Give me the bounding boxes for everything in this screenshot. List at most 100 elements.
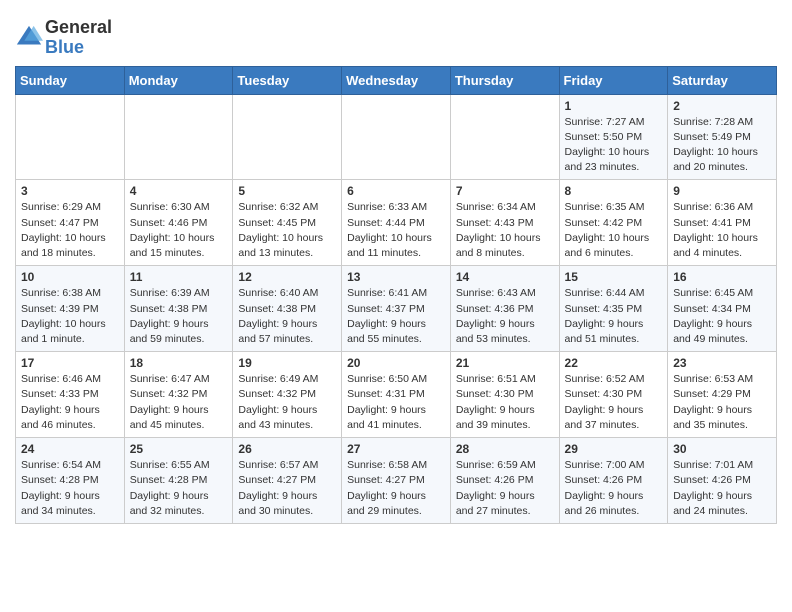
header-sunday: Sunday xyxy=(16,66,125,94)
day-info: Sunrise: 6:36 AMSunset: 4:41 PMDaylight:… xyxy=(673,200,771,261)
header: General Blue xyxy=(15,10,777,58)
calendar-cell: 22 Sunrise: 6:52 AMSunset: 4:30 PMDayligh… xyxy=(559,352,668,438)
day-number: 13 xyxy=(347,270,445,284)
calendar-week-row: 17 Sunrise: 6:46 AMSunset: 4:33 PMDayligh… xyxy=(16,352,777,438)
day-info: Sunrise: 6:32 AMSunset: 4:45 PMDaylight:… xyxy=(238,200,336,261)
calendar-cell xyxy=(124,94,233,180)
day-number: 19 xyxy=(238,356,336,370)
day-info: Sunrise: 6:54 AMSunset: 4:28 PMDaylight:… xyxy=(21,458,119,519)
calendar-cell xyxy=(16,94,125,180)
calendar-cell: 12Sunrise: 6:40 AMSunset: 4:38 PMDayligh… xyxy=(233,266,342,352)
header-monday: Monday xyxy=(124,66,233,94)
day-info: Sunrise: 6:44 AMSunset: 4:35 PMDaylight:… xyxy=(565,286,663,347)
day-number: 30 xyxy=(673,442,771,456)
day-info: Sunrise: 6:45 AMSunset: 4:34 PMDaylight:… xyxy=(673,286,771,347)
calendar-cell: 14Sunrise: 6:43 AMSunset: 4:36 PMDayligh… xyxy=(450,266,559,352)
calendar-cell: 11 Sunrise: 6:39 AMSunset: 4:38 PMDayligh… xyxy=(124,266,233,352)
day-info: Sunrise: 6:51 AMSunset: 4:30 PMDaylight:… xyxy=(456,372,554,433)
day-info: Sunrise: 7:01 AMSunset: 4:26 PMDaylight:… xyxy=(673,458,771,519)
calendar-cell: 21 Sunrise: 6:51 AMSunset: 4:30 PMDayligh… xyxy=(450,352,559,438)
calendar-cell: 16 Sunrise: 6:45 AMSunset: 4:34 PMDayligh… xyxy=(668,266,777,352)
day-info: Sunrise: 6:34 AMSunset: 4:43 PMDaylight:… xyxy=(456,200,554,261)
day-info: Sunrise: 6:46 AMSunset: 4:33 PMDaylight:… xyxy=(21,372,119,433)
calendar-cell: 2 Sunrise: 7:28 AMSunset: 5:49 PMDaylight… xyxy=(668,94,777,180)
day-info: Sunrise: 6:53 AMSunset: 4:29 PMDaylight:… xyxy=(673,372,771,433)
header-saturday: Saturday xyxy=(668,66,777,94)
day-info: Sunrise: 6:39 AMSunset: 4:38 PMDaylight:… xyxy=(130,286,228,347)
day-info: Sunrise: 6:40 AMSunset: 4:38 PMDaylight:… xyxy=(238,286,336,347)
logo-icon xyxy=(15,24,43,52)
day-number: 17 xyxy=(21,356,119,370)
day-number: 25 xyxy=(130,442,228,456)
day-number: 21 xyxy=(456,356,554,370)
day-number: 23 xyxy=(673,356,771,370)
day-info: Sunrise: 6:33 AMSunset: 4:44 PMDaylight:… xyxy=(347,200,445,261)
calendar-cell: 9 Sunrise: 6:36 AMSunset: 4:41 PMDaylight… xyxy=(668,180,777,266)
day-info: Sunrise: 6:41 AMSunset: 4:37 PMDaylight:… xyxy=(347,286,445,347)
day-number: 24 xyxy=(21,442,119,456)
calendar-cell xyxy=(233,94,342,180)
day-info: Sunrise: 6:50 AMSunset: 4:31 PMDaylight:… xyxy=(347,372,445,433)
day-number: 26 xyxy=(238,442,336,456)
day-info: Sunrise: 6:35 AMSunset: 4:42 PMDaylight:… xyxy=(565,200,663,261)
calendar-cell: 4 Sunrise: 6:30 AMSunset: 4:46 PMDaylight… xyxy=(124,180,233,266)
logo-text: General Blue xyxy=(45,18,112,58)
header-friday: Friday xyxy=(559,66,668,94)
day-number: 10 xyxy=(21,270,119,284)
calendar-cell: 5 Sunrise: 6:32 AMSunset: 4:45 PMDaylight… xyxy=(233,180,342,266)
day-info: Sunrise: 7:00 AMSunset: 4:26 PMDaylight:… xyxy=(565,458,663,519)
calendar-cell: 19 Sunrise: 6:49 AMSunset: 4:32 PMDayligh… xyxy=(233,352,342,438)
day-info: Sunrise: 6:57 AMSunset: 4:27 PMDaylight:… xyxy=(238,458,336,519)
calendar-cell: 15 Sunrise: 6:44 AMSunset: 4:35 PMDayligh… xyxy=(559,266,668,352)
day-number: 22 xyxy=(565,356,663,370)
day-number: 16 xyxy=(673,270,771,284)
day-number: 11 xyxy=(130,270,228,284)
day-info: Sunrise: 6:58 AMSunset: 4:27 PMDaylight:… xyxy=(347,458,445,519)
day-info: Sunrise: 6:52 AMSunset: 4:30 PMDaylight:… xyxy=(565,372,663,433)
calendar-header-row: SundayMondayTuesdayWednesdayThursdayFrid… xyxy=(16,66,777,94)
day-info: Sunrise: 6:30 AMSunset: 4:46 PMDaylight:… xyxy=(130,200,228,261)
header-wednesday: Wednesday xyxy=(342,66,451,94)
calendar-cell: 24 Sunrise: 6:54 AMSunset: 4:28 PMDayligh… xyxy=(16,438,125,524)
day-number: 20 xyxy=(347,356,445,370)
day-number: 9 xyxy=(673,184,771,198)
day-number: 15 xyxy=(565,270,663,284)
day-number: 8 xyxy=(565,184,663,198)
calendar-cell: 1Sunrise: 7:27 AMSunset: 5:50 PMDaylight… xyxy=(559,94,668,180)
day-number: 14 xyxy=(456,270,554,284)
day-info: Sunrise: 6:59 AMSunset: 4:26 PMDaylight:… xyxy=(456,458,554,519)
day-number: 5 xyxy=(238,184,336,198)
day-info: Sunrise: 6:49 AMSunset: 4:32 PMDaylight:… xyxy=(238,372,336,433)
calendar-cell: 28Sunrise: 6:59 AMSunset: 4:26 PMDayligh… xyxy=(450,438,559,524)
day-info: Sunrise: 6:47 AMSunset: 4:32 PMDaylight:… xyxy=(130,372,228,433)
calendar-cell: 27 Sunrise: 6:58 AMSunset: 4:27 PMDayligh… xyxy=(342,438,451,524)
calendar-cell: 7Sunrise: 6:34 AMSunset: 4:43 PMDaylight… xyxy=(450,180,559,266)
logo: General Blue xyxy=(15,18,112,58)
calendar-week-row: 10 Sunrise: 6:38 AMSunset: 4:39 PMDayligh… xyxy=(16,266,777,352)
day-number: 4 xyxy=(130,184,228,198)
calendar-cell: 20 Sunrise: 6:50 AMSunset: 4:31 PMDayligh… xyxy=(342,352,451,438)
calendar-week-row: 3 Sunrise: 6:29 AMSunset: 4:47 PMDaylight… xyxy=(16,180,777,266)
calendar-cell: 3 Sunrise: 6:29 AMSunset: 4:47 PMDaylight… xyxy=(16,180,125,266)
header-thursday: Thursday xyxy=(450,66,559,94)
calendar-week-row: 1Sunrise: 7:27 AMSunset: 5:50 PMDaylight… xyxy=(16,94,777,180)
day-number: 6 xyxy=(347,184,445,198)
day-info: Sunrise: 7:28 AMSunset: 5:49 PMDaylight:… xyxy=(673,115,771,176)
day-number: 2 xyxy=(673,99,771,113)
calendar-cell: 13 Sunrise: 6:41 AMSunset: 4:37 PMDayligh… xyxy=(342,266,451,352)
day-number: 1 xyxy=(565,99,663,113)
day-number: 27 xyxy=(347,442,445,456)
header-tuesday: Tuesday xyxy=(233,66,342,94)
calendar-table: SundayMondayTuesdayWednesdayThursdayFrid… xyxy=(15,66,777,524)
calendar-cell: 23 Sunrise: 6:53 AMSunset: 4:29 PMDayligh… xyxy=(668,352,777,438)
calendar-cell: 18Sunrise: 6:47 AMSunset: 4:32 PMDayligh… xyxy=(124,352,233,438)
calendar-cell: 26 Sunrise: 6:57 AMSunset: 4:27 PMDayligh… xyxy=(233,438,342,524)
day-info: Sunrise: 6:29 AMSunset: 4:47 PMDaylight:… xyxy=(21,200,119,261)
day-number: 29 xyxy=(565,442,663,456)
calendar-cell xyxy=(342,94,451,180)
day-number: 3 xyxy=(21,184,119,198)
calendar-cell: 10 Sunrise: 6:38 AMSunset: 4:39 PMDayligh… xyxy=(16,266,125,352)
calendar-cell: 6 Sunrise: 6:33 AMSunset: 4:44 PMDaylight… xyxy=(342,180,451,266)
day-info: Sunrise: 6:55 AMSunset: 4:28 PMDaylight:… xyxy=(130,458,228,519)
day-info: Sunrise: 6:38 AMSunset: 4:39 PMDaylight:… xyxy=(21,286,119,347)
